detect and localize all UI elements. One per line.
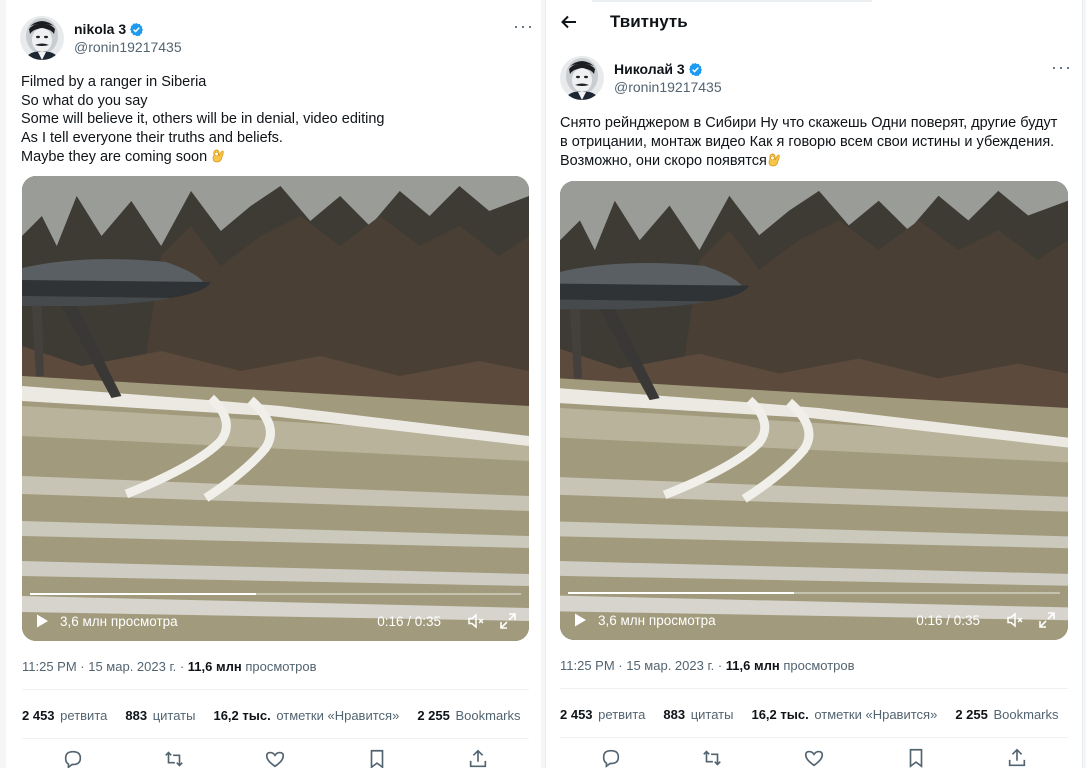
like-icon[interactable] (264, 748, 286, 768)
tweet-stats: 2 453 ретвита 883 цитаты 16,2 тыс. отмет… (560, 707, 1077, 722)
fullscreen-icon[interactable] (499, 612, 517, 630)
reply-icon[interactable] (62, 748, 84, 768)
ok-hand-emoji (767, 151, 781, 167)
stat-likes[interactable]: 16,2 тыс. отметки «Нравится» (751, 707, 937, 722)
bookmark-icon[interactable] (905, 747, 927, 768)
user-handle[interactable]: @ronin19217435 (614, 78, 722, 96)
tweet-header: Николай 3 @ronin19217435 (560, 56, 722, 100)
divider (22, 738, 529, 739)
verified-badge-icon (688, 62, 703, 77)
page-title: Твитнуть (610, 12, 688, 31)
video-time: 0:16 / 0:35 (916, 612, 980, 628)
mute-icon[interactable] (467, 612, 485, 630)
tweet-timestamp[interactable]: 11:25 PM · 15 мар. 2023 г. · (22, 659, 188, 674)
views-label: просмотров (779, 658, 855, 673)
tweet-actions (22, 748, 529, 768)
tweet-text-body: Снято рейнджером в Сибири Ну что скажешь… (560, 115, 1058, 169)
reply-icon[interactable] (600, 747, 622, 768)
ok-hand-emoji (211, 147, 225, 163)
mute-icon[interactable] (1006, 611, 1024, 629)
video-controls: 3,6 млн просмотра 0:16 / 0:35 (22, 601, 529, 641)
tweet-stats: 2 453 ретвита 883 цитаты 16,2 тыс. отмет… (22, 708, 539, 723)
tweet-text: Filmed by a ranger in Siberia So what do… (21, 73, 521, 167)
display-name[interactable]: Николай 3 (614, 60, 685, 78)
views-label: просмотров (241, 659, 317, 674)
video-frame (560, 181, 1068, 640)
video-progress-bar[interactable] (568, 592, 1060, 594)
tweet-meta: 11:25 PM · 15 мар. 2023 г. · 11,6 млн пр… (22, 659, 317, 674)
video-progress-bar[interactable] (30, 593, 521, 595)
stat-bookmarks[interactable]: 2 255 Bookmarks (417, 708, 520, 723)
right-tweet-panel: Твитнуть Николай 3 @ronin19217435 ··· Сн… (545, 0, 1083, 768)
video-player[interactable]: 3,6 млн просмотра 0:16 / 0:35 (560, 181, 1068, 640)
display-name[interactable]: nikola 3 (74, 20, 126, 38)
retweet-icon[interactable] (701, 747, 723, 768)
divider (560, 688, 1068, 689)
share-icon[interactable] (1006, 747, 1028, 768)
play-icon[interactable] (34, 613, 50, 629)
back-arrow-icon[interactable] (560, 13, 578, 31)
video-views: 3,6 млн просмотра (598, 612, 716, 628)
stat-quotes[interactable]: 883 цитаты (125, 708, 195, 723)
stat-bookmarks[interactable]: 2 255 Bookmarks (955, 707, 1058, 722)
views-count: 11,6 млн (187, 659, 242, 674)
divider (22, 689, 529, 690)
retweet-icon[interactable] (163, 748, 185, 768)
tweet-text-body: Filmed by a ranger in Siberia So what do… (21, 74, 385, 165)
play-icon[interactable] (572, 612, 588, 628)
avatar[interactable] (560, 56, 604, 100)
like-icon[interactable] (803, 747, 825, 768)
video-player[interactable]: 3,6 млн просмотра 0:16 / 0:35 (22, 176, 529, 641)
video-frame (22, 176, 529, 641)
video-time: 0:16 / 0:35 (377, 613, 441, 629)
stat-retweets[interactable]: 2 453 ретвита (22, 708, 107, 723)
stat-likes[interactable]: 16,2 тыс. отметки «Нравится» (213, 708, 399, 723)
avatar[interactable] (20, 16, 64, 60)
divider (560, 737, 1068, 738)
tweet-actions (560, 747, 1068, 768)
bookmark-icon[interactable] (366, 748, 388, 768)
more-options-icon[interactable]: ··· (1051, 57, 1072, 78)
left-tweet-panel: nikola 3 @ronin19217435 ··· Filmed by a … (6, 0, 541, 768)
views-count: 11,6 млн (725, 658, 780, 673)
video-views: 3,6 млн просмотра (60, 613, 178, 629)
stat-quotes[interactable]: 883 цитаты (663, 707, 733, 722)
tweet-meta: 11:25 PM · 15 мар. 2023 г. · 11,6 млн пр… (560, 658, 855, 673)
page-header: Твитнуть (546, 0, 1082, 44)
verified-badge-icon (129, 22, 144, 37)
tweet-text: Снято рейнджером в Сибири Ну что скажешь… (560, 114, 1060, 171)
tweet-timestamp[interactable]: 11:25 PM · 15 мар. 2023 г. · (560, 658, 726, 673)
tweet-header: nikola 3 @ronin19217435 (20, 16, 182, 60)
user-handle[interactable]: @ronin19217435 (74, 38, 182, 56)
fullscreen-icon[interactable] (1038, 611, 1056, 629)
stat-retweets[interactable]: 2 453 ретвита (560, 707, 645, 722)
video-controls: 3,6 млн просмотра 0:16 / 0:35 (560, 600, 1068, 640)
share-icon[interactable] (467, 748, 489, 768)
more-options-icon[interactable]: ··· (513, 16, 534, 37)
